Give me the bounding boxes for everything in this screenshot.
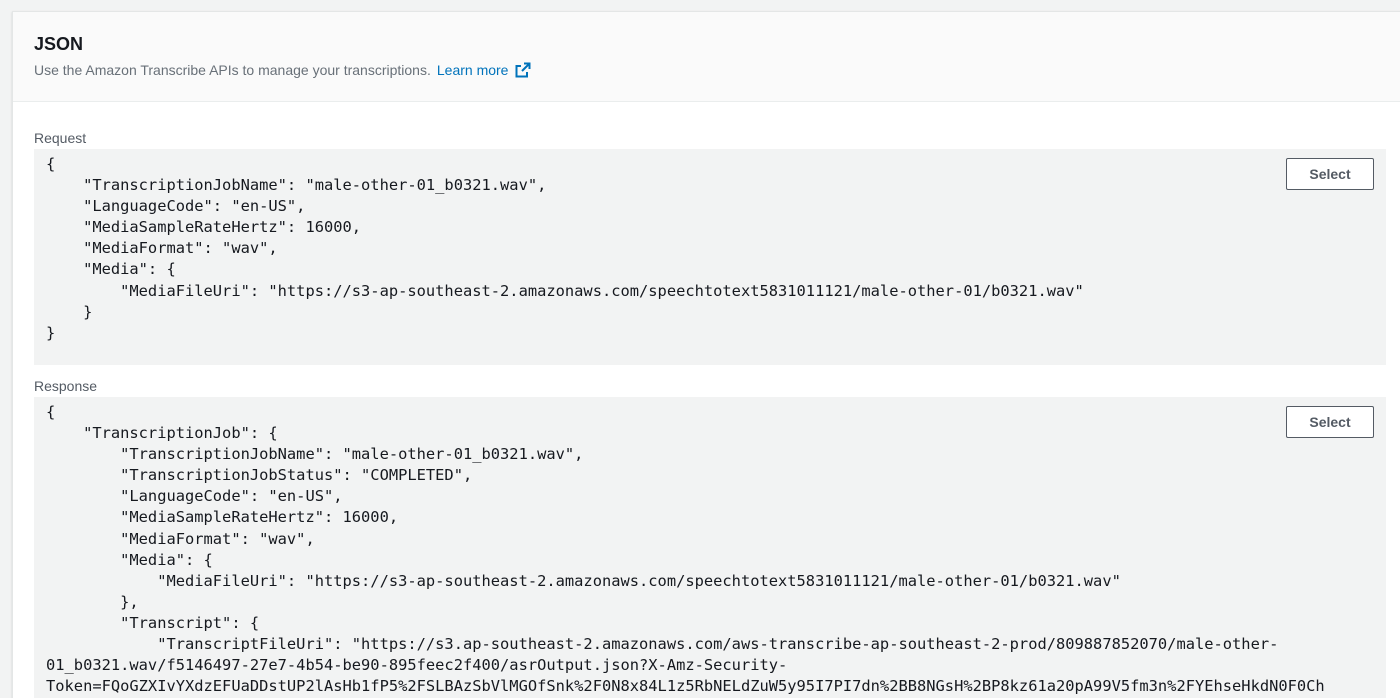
code-line: "MediaFileUri": "https://s3-ap-southeast… xyxy=(46,571,1121,590)
code-line: "MediaSampleRateHertz": 16000, xyxy=(46,508,399,527)
code-line: "MediaSampleRateHertz": 16000, xyxy=(46,218,362,237)
code-line: "LanguageCode": "en-US", xyxy=(46,197,306,216)
panel-title: JSON xyxy=(34,34,84,54)
response-label: Response xyxy=(34,378,98,394)
panel-header: JSON Use the Amazon Transcribe APIs to m… xyxy=(13,12,1400,102)
response-code-block: { "TranscriptionJob": { "TranscriptionJo… xyxy=(34,397,1386,698)
code-line: "TranscriptionJobName": "male-other-01_b… xyxy=(46,445,584,464)
request-code-block: { "TranscriptionJobName": "male-other-01… xyxy=(34,149,1386,365)
code-line: 01_b0321.wav/f5146497-27e7-4b54-be90-895… xyxy=(46,656,788,675)
code-line: "TranscriptionJobStatus": "COMPLETED", xyxy=(46,466,473,485)
panel-description: Use the Amazon Transcribe APIs to manage… xyxy=(34,61,1400,79)
request-label: Request xyxy=(34,130,87,146)
code-line: "Media": { xyxy=(46,260,176,279)
json-panel: JSON Use the Amazon Transcribe APIs to m… xyxy=(12,11,1400,698)
learn-more-link[interactable]: Learn more xyxy=(437,61,532,79)
code-line: "TranscriptFileUri": "https://s3.ap-sout… xyxy=(46,635,1279,654)
request-json: { "TranscriptionJobName": "male-other-01… xyxy=(34,149,1386,344)
code-line: "LanguageCode": "en-US", xyxy=(46,487,343,506)
code-line: { xyxy=(46,155,56,173)
code-line: "MediaFormat": "wav", xyxy=(46,529,315,548)
code-line: } xyxy=(46,323,56,342)
code-line: Token=FQoGZXIvYXdzEFUaDDstUP2lAsHb1fP5%2… xyxy=(46,677,1325,696)
request-select-button[interactable]: Select xyxy=(1286,158,1374,190)
code-line: { xyxy=(46,403,56,421)
code-line: "Media": { xyxy=(46,550,213,569)
code-line: }, xyxy=(46,592,139,611)
code-line: "MediaFormat": "wav", xyxy=(46,239,278,258)
response-json: { "TranscriptionJob": { "TranscriptionJo… xyxy=(34,397,1386,697)
code-line: "MediaFileUri": "https://s3-ap-southeast… xyxy=(46,281,1084,300)
external-link-icon xyxy=(515,62,531,78)
code-line: "TranscriptionJob": { xyxy=(46,424,278,443)
response-select-button[interactable]: Select xyxy=(1286,406,1374,438)
code-line: "TranscriptionJobName": "male-other-01_b… xyxy=(46,176,547,195)
description-text: Use the Amazon Transcribe APIs to manage… xyxy=(34,62,431,78)
code-line: "Transcript": { xyxy=(46,613,260,632)
learn-more-label: Learn more xyxy=(436,62,509,78)
code-line: } xyxy=(46,302,93,321)
